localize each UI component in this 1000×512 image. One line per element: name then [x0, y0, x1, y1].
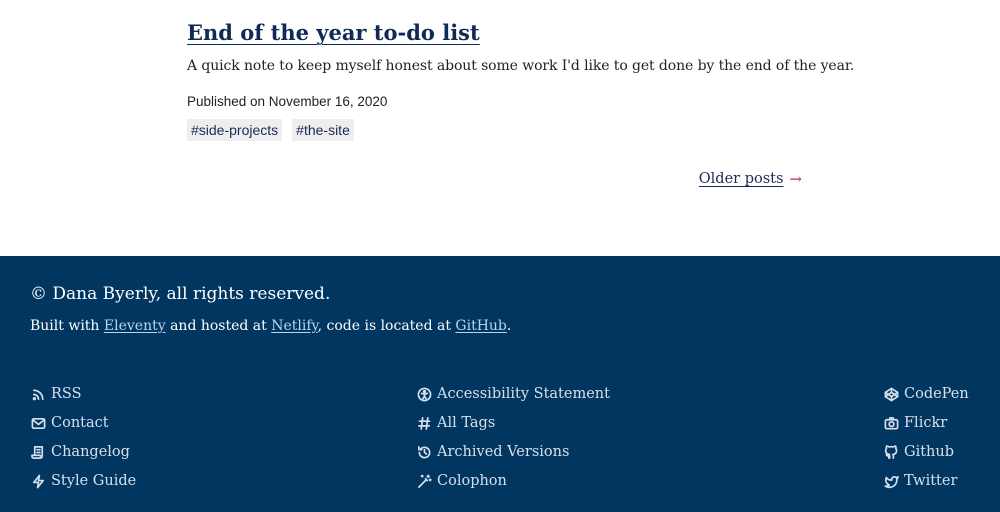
footer-link-accessibility[interactable]: Accessibility Statement: [416, 384, 610, 404]
camera-icon: [883, 415, 899, 431]
footer-link-label: Style Guide: [51, 473, 137, 489]
tag-the-site[interactable]: #the-site: [292, 119, 354, 141]
footer-link-archived-versions[interactable]: Archived Versions: [416, 442, 610, 462]
copyright-text: © Dana Byerly, all rights reserved.: [30, 284, 331, 304]
footer-link-label: Contact: [51, 415, 109, 431]
built-middle: and hosted at: [165, 318, 272, 334]
built-prefix: Built with: [30, 318, 104, 334]
footer-link-rss[interactable]: RSS: [30, 384, 136, 404]
footer-link-colophon[interactable]: Colophon: [416, 471, 610, 491]
tag-side-projects[interactable]: #side-projects: [187, 119, 283, 141]
history-icon: [416, 444, 432, 460]
footer-link-github[interactable]: Github: [883, 442, 969, 462]
main-content: End of the year to-do list A quick note …: [0, 0, 1000, 256]
footer-link-contact[interactable]: Contact: [30, 413, 136, 433]
eleventy-link[interactable]: Eleventy: [104, 318, 166, 334]
footer-link-flickr[interactable]: Flickr: [883, 413, 969, 433]
footer-link-label: Changelog: [51, 444, 130, 460]
footer-link-label: All Tags: [437, 415, 496, 431]
github-source-link[interactable]: GitHub: [455, 318, 506, 334]
footer-link-changelog[interactable]: Changelog: [30, 442, 136, 462]
accessibility-icon: [416, 386, 432, 402]
post-description: A quick note to keep myself honest about…: [187, 58, 855, 74]
site-footer: © Dana Byerly, all rights reserved. Buil…: [0, 256, 1000, 512]
twitter-icon: [883, 473, 899, 489]
arrow-right-icon: →: [789, 170, 802, 188]
mail-icon: [30, 415, 46, 431]
netlify-link[interactable]: Netlify: [271, 318, 317, 334]
footer-link-label: RSS: [51, 386, 82, 402]
post-tags: #side-projects #the-site: [187, 119, 354, 141]
footer-link-twitter[interactable]: Twitter: [883, 471, 969, 491]
footer-link-label: Archived Versions: [437, 444, 570, 460]
hash-icon: [416, 415, 432, 431]
footer-link-all-tags[interactable]: All Tags: [416, 413, 610, 433]
footer-link-label: Accessibility Statement: [437, 386, 610, 402]
codepen-icon: [883, 386, 899, 402]
footer-link-label: Flickr: [904, 415, 948, 431]
footer-nav-right: CodePen Flickr Github Twitter: [883, 384, 969, 491]
footer-link-label: Github: [904, 444, 955, 460]
rss-icon: [30, 386, 46, 402]
footer-link-style-guide[interactable]: Style Guide: [30, 471, 136, 491]
bolt-icon: [30, 473, 46, 489]
scroll-icon: [30, 444, 46, 460]
footer-nav-middle: Accessibility Statement All Tags Archive…: [416, 384, 610, 491]
wand-icon: [416, 473, 432, 489]
footer-link-codepen[interactable]: CodePen: [883, 384, 969, 404]
older-posts-nav: Older posts →: [699, 170, 802, 188]
post-published-date: Published on November 16, 2020: [187, 94, 388, 109]
older-posts-link[interactable]: Older posts: [699, 171, 784, 187]
github-icon: [883, 444, 899, 460]
post-title-link[interactable]: End of the year to-do list: [187, 20, 480, 45]
footer-nav-left: RSS Contact Changelog Style Guide: [30, 384, 136, 491]
built-suffix: .: [506, 318, 512, 334]
built-with-text: Built with Eleventy and hosted at Netlif…: [30, 318, 511, 334]
footer-link-label: Colophon: [437, 473, 507, 489]
footer-link-label: Twitter: [904, 473, 958, 489]
footer-link-label: CodePen: [904, 386, 969, 402]
built-middle2: , code is located at: [317, 318, 456, 334]
